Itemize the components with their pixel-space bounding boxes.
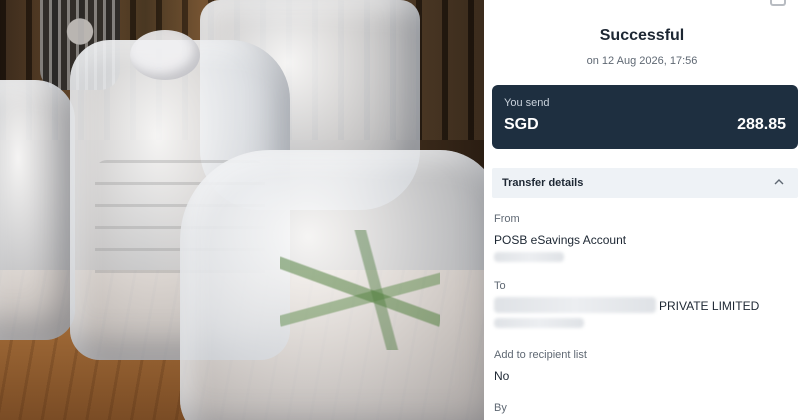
transfer-details-toggle[interactable]: Transfer details xyxy=(492,168,798,198)
to-recipient-value: PRIVATE LIMITED xyxy=(659,299,760,313)
vegetables-in-bag xyxy=(280,230,440,350)
transfer-timestamp: on 12 Aug 2026, 17:56 xyxy=(586,55,698,67)
takeaway-bags-photo xyxy=(0,0,484,420)
send-label: You send xyxy=(504,97,550,109)
status-title: Successful xyxy=(599,27,685,44)
bag-knot xyxy=(130,30,200,80)
send-currency: SGD xyxy=(504,116,539,133)
by-label: By xyxy=(494,402,507,414)
transfer-receipt-screen: Successful on 12 Aug 2026, 17:56 You sen… xyxy=(484,0,800,420)
share-icon[interactable] xyxy=(770,0,786,6)
plastic-bag-left xyxy=(0,80,75,340)
from-label: From xyxy=(494,213,520,225)
send-amount: 288.85 xyxy=(737,116,786,133)
add-recipient-value: No xyxy=(494,369,510,383)
transfer-details-title: Transfer details xyxy=(502,177,584,189)
add-recipient-label: Add to recipient list xyxy=(494,349,587,361)
redacted-recipient-account xyxy=(494,318,584,328)
from-account-value: POSB eSavings Account xyxy=(494,233,627,247)
chevron-up-icon xyxy=(774,179,784,185)
redacted-recipient-name xyxy=(494,297,656,313)
to-label: To xyxy=(494,280,506,292)
send-amount-card: You send SGD 288.85 xyxy=(492,85,798,149)
redacted-account-number xyxy=(494,252,564,262)
